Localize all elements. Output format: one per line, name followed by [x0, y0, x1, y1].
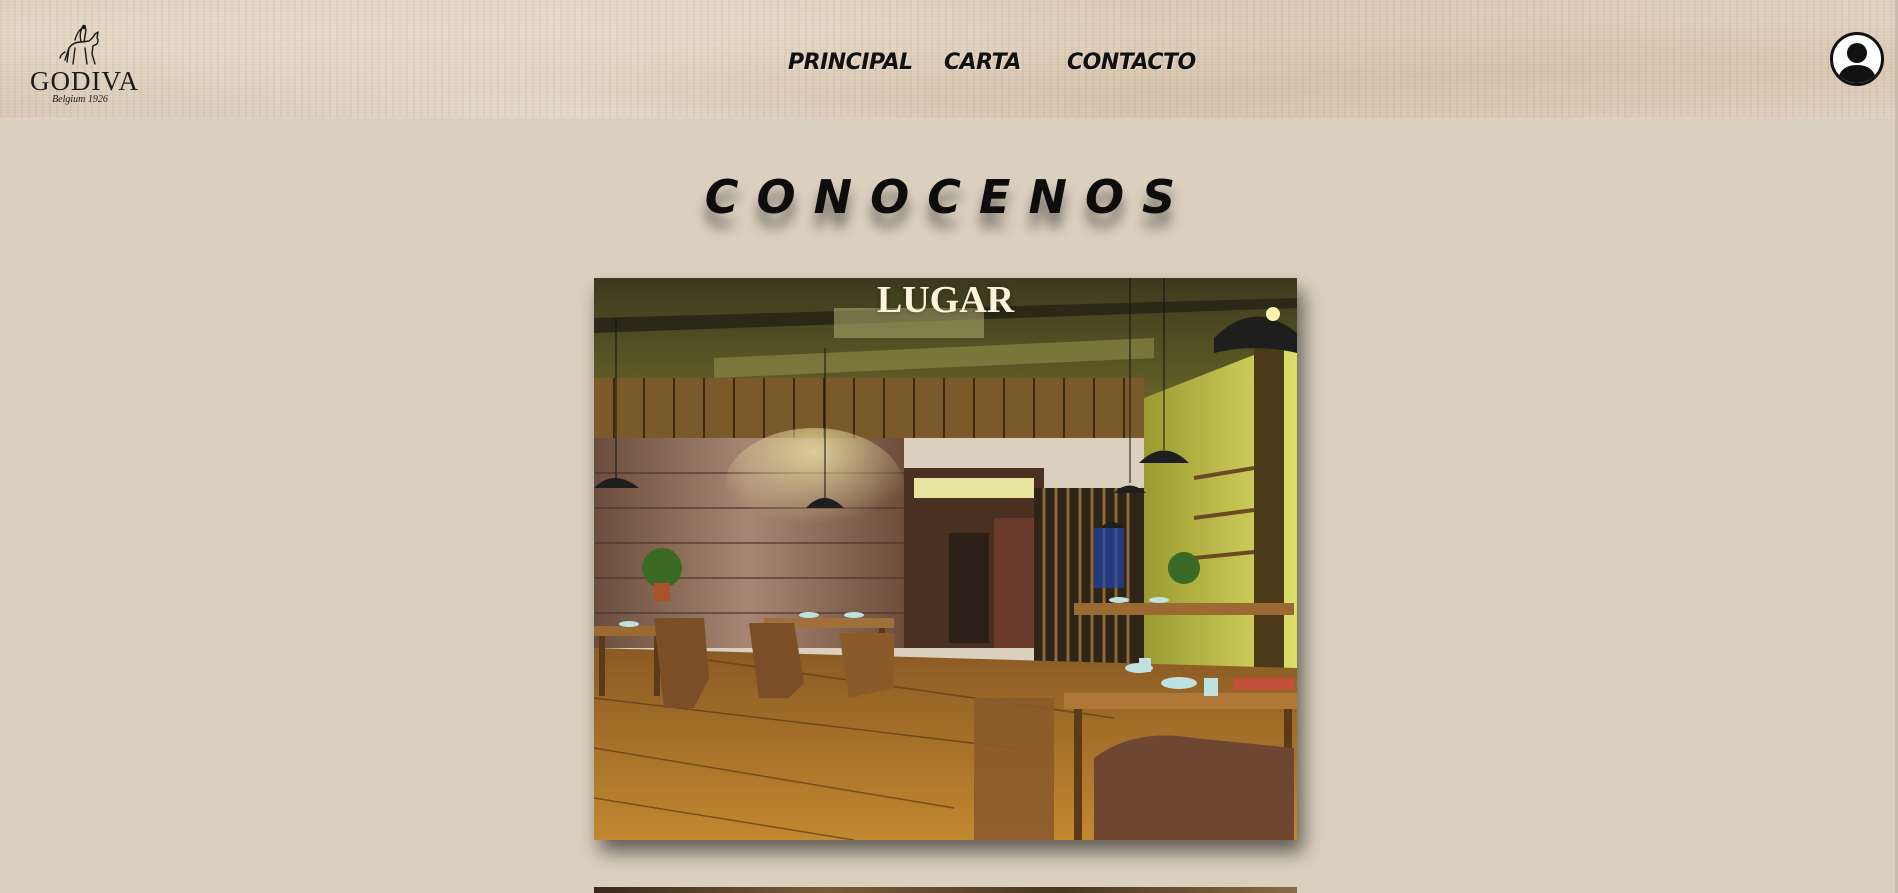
card-lugar[interactable]: LUGAR [594, 278, 1297, 840]
card-caption: LUGAR [876, 279, 1015, 321]
header: GODIVA Belgium 1926 PRINCIPAL CARTA CONT… [0, 0, 1898, 118]
nav-contacto[interactable]: CONTACTO [1067, 50, 1196, 75]
nav-principal[interactable]: PRINCIPAL [788, 50, 913, 75]
main-nav: PRINCIPAL CARTA CONTACTO [0, 50, 1898, 86]
user-silhouette-icon [1837, 43, 1877, 83]
restaurant-interior-image [594, 278, 1297, 840]
user-avatar-button[interactable] [1830, 32, 1884, 86]
page-title: CONOCENOS [704, 170, 1194, 224]
card-next-preview [594, 887, 1297, 893]
page: GODIVA Belgium 1926 PRINCIPAL CARTA CONT… [0, 0, 1898, 893]
nav-carta[interactable]: CARTA [944, 50, 1021, 75]
